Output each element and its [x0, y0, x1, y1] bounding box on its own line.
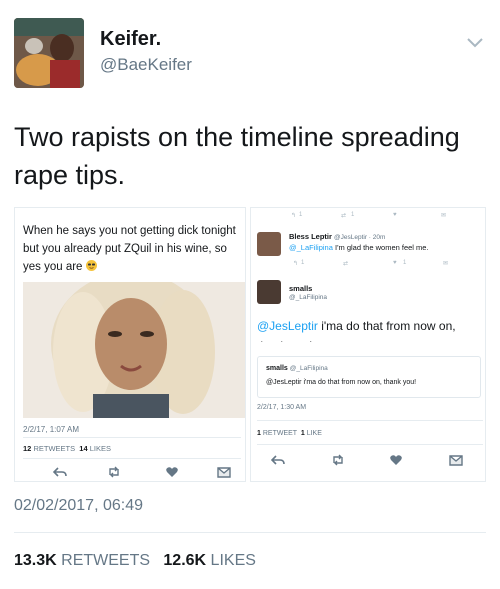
retweets-count: 12 [23, 444, 32, 453]
avatar[interactable] [14, 18, 84, 88]
likes-count: 1 [300, 430, 305, 437]
screenshot-date: 2/2/17, 1:07 AM [23, 425, 80, 434]
main-body-cut: thank you! [257, 336, 483, 342]
embedded-screenshot-left[interactable]: When he says you not getting dick tonigh… [14, 207, 246, 482]
chevron-down-icon[interactable] [466, 36, 484, 50]
direct-message-icon[interactable] [217, 466, 231, 478]
tweet-stats: 13.3K RETWEETS 12.6K LIKES [14, 552, 256, 570]
screenshot-tweet-text: When he says you not getting dick tonigh… [23, 222, 243, 276]
main-author-handle: @_LaFilipina [289, 294, 328, 301]
screenshot-action-bar [23, 466, 241, 480]
divider [257, 444, 483, 445]
author-name[interactable]: Keifer. [100, 28, 161, 51]
likes-label: LIKES [89, 444, 111, 453]
direct-message-icon[interactable]: ✉ [443, 260, 448, 267]
quoted-text: @JesLeptir i'ma do that from now on, tha… [266, 379, 417, 386]
top-action-bar: ↰ 1 ⇄ 1 ♥ ✉ [281, 212, 481, 222]
screenshot-stats: 12 RETWEETS 14 LIKES [23, 444, 111, 453]
direct-message-icon[interactable]: ✉ [441, 212, 446, 219]
reply-icon[interactable] [53, 466, 67, 478]
reply-icon[interactable]: ↰ [291, 212, 296, 219]
reply-count: 1 [299, 212, 303, 218]
likes-label: LIKE [306, 430, 322, 437]
likes-count[interactable]: 12.6K [163, 552, 206, 569]
retweets-count[interactable]: 13.3K [14, 552, 57, 569]
retweets-label: RETWEETS [33, 444, 76, 453]
quoted-author-handle: @_LaFilipina [289, 365, 328, 372]
main-body: i'ma do that from now on, [321, 319, 456, 333]
quoted-tweet[interactable]: smalls @_LaFilipina @JesLeptir i'ma do t… [257, 356, 481, 398]
screenshot-action-bar [271, 454, 471, 468]
reply-author-name: Bless Leptir [289, 232, 332, 241]
divider [14, 532, 486, 533]
reply-author-meta: @JesLeptir · 20m [334, 234, 386, 241]
direct-message-icon[interactable] [449, 454, 463, 466]
main-tweet-author: smalls @_LaFilipina [257, 278, 483, 312]
like-icon[interactable]: ♥ [393, 260, 397, 266]
main-mention[interactable]: @JesLeptir [257, 319, 318, 333]
reply-tweet[interactable]: Bless Leptir @JesLeptir · 20m @_LaFilipi… [257, 230, 483, 274]
retweets-count: 1 [257, 430, 261, 437]
retweet-icon[interactable] [107, 466, 121, 478]
quoted-author-name: smalls [266, 365, 288, 372]
reply-count: 1 [301, 260, 305, 266]
avatar[interactable] [257, 232, 281, 256]
tweet-header: Keifer. @BaeKeifer [14, 18, 486, 88]
retweet-icon[interactable] [331, 454, 345, 466]
retweet-icon[interactable]: ⇄ [343, 260, 348, 267]
tweet-text: Two rapists on the timeline spreading ra… [14, 122, 460, 190]
retweet-icon[interactable]: ⇄ [341, 212, 346, 219]
sunglasses-emoji-icon [85, 260, 97, 271]
like-icon[interactable] [165, 466, 179, 478]
divider [23, 458, 241, 459]
retweet-count: 1 [351, 212, 355, 218]
screenshot-tweet-body: When he says you not getting dick tonigh… [23, 225, 236, 273]
reply-body: I'm glad the women feel me. [334, 243, 429, 252]
tweet-timestamp[interactable]: 02/02/2017, 06:49 [14, 497, 143, 515]
quoted-author: smalls @_LaFilipina [266, 365, 328, 372]
reply-action-bar: ↰ 1 ⇄ ♥ 1 ✉ [293, 260, 463, 270]
reply-author: Bless Leptir @JesLeptir · 20m [289, 232, 385, 241]
main-tweet-text: @JesLeptir i'ma do that from now on, tha… [257, 316, 483, 342]
avatar-image [14, 18, 84, 88]
likes-count: 14 [79, 444, 88, 453]
screenshot-date: 2/2/17, 1:30 AM [257, 404, 307, 411]
screenshot-stats: 1 RETWEET 1 LIKE [257, 430, 322, 437]
like-count: 1 [403, 260, 407, 266]
like-icon[interactable] [389, 454, 403, 466]
avatar[interactable] [257, 280, 281, 304]
like-icon[interactable]: ♥ [393, 212, 397, 218]
main-author-name: smalls [289, 284, 313, 293]
reply-icon[interactable] [271, 454, 285, 466]
retweets-label: RETWEET [262, 430, 297, 437]
divider [23, 437, 241, 438]
embedded-screenshot-right[interactable]: ↰ 1 ⇄ 1 ♥ ✉ Bless Leptir @JesLeptir · 20… [250, 207, 486, 482]
retweets-label[interactable]: RETWEETS [61, 552, 150, 569]
divider [257, 420, 483, 421]
author-handle[interactable]: @BaeKeifer [100, 55, 192, 75]
screenshot-photo [23, 282, 245, 418]
reply-mention[interactable]: @_LaFilipina [289, 243, 333, 252]
likes-label[interactable]: LIKES [211, 552, 256, 569]
reply-text: @_LaFilipina I'm glad the women feel me. [289, 243, 429, 252]
reply-icon[interactable]: ↰ [293, 260, 298, 267]
